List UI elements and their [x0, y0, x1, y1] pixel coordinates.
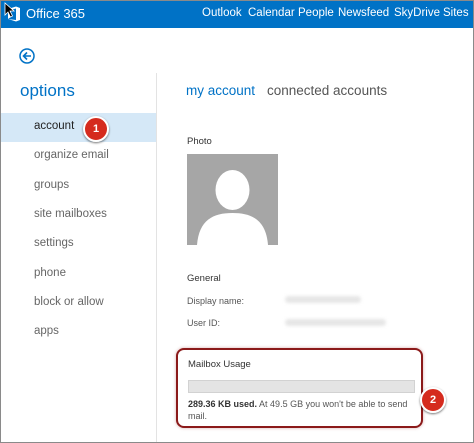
tab-my-account[interactable]: my account	[186, 83, 255, 98]
mailbox-usage-title: Mailbox Usage	[188, 359, 251, 370]
nav-people[interactable]: People	[298, 7, 334, 19]
nav-outlook[interactable]: Outlook	[202, 7, 242, 19]
back-arrow-icon[interactable]	[19, 48, 35, 64]
callout-badge-2: 2	[420, 387, 446, 413]
sidebar-item-settings[interactable]: settings	[1, 230, 156, 259]
sidebar-item-label: organize email	[34, 149, 109, 161]
photo-label: Photo	[187, 136, 212, 147]
display-name-label: Display name:	[187, 296, 245, 306]
nav-sites[interactable]: Sites	[443, 7, 469, 19]
display-name-value-redacted	[285, 296, 361, 303]
sidebar-item-account[interactable]: account	[1, 113, 156, 142]
options-window: Office 365 Outlook Calendar People Newsf…	[0, 0, 474, 443]
profile-photo[interactable]	[187, 154, 278, 245]
sidebar-item-label: account	[34, 120, 75, 132]
tab-connected-accounts[interactable]: connected accounts	[267, 83, 387, 98]
sidebar-item-site-mailboxes[interactable]: site mailboxes	[1, 201, 156, 230]
options-title: options	[20, 81, 75, 100]
sidebar-item-label: apps	[34, 325, 59, 337]
sidebar-item-groups[interactable]: groups	[1, 172, 156, 201]
mailbox-usage-text: 289.36 KB used. At 49.5 GB you won't be …	[188, 398, 416, 422]
mailbox-used-amount: 289.36 KB used.	[188, 399, 258, 409]
brand-name[interactable]: Office 365	[26, 6, 85, 21]
user-id-label: User ID:	[187, 318, 221, 328]
user-id-value-redacted	[285, 319, 386, 326]
sidebar-item-label: groups	[34, 179, 70, 191]
nav-skydrive[interactable]: SkyDrive	[394, 7, 440, 19]
pane-divider	[156, 73, 157, 442]
sidebar-item-label: phone	[34, 267, 66, 279]
mailbox-usage-panel: Mailbox Usage 289.36 KB used. At 49.5 GB…	[176, 348, 423, 428]
nav-calendar[interactable]: Calendar	[248, 7, 295, 19]
sidebar-item-label: site mailboxes	[34, 208, 107, 220]
sidebar-item-phone[interactable]: phone	[1, 260, 156, 289]
sidebar-item-label: block or allow	[34, 296, 104, 308]
top-navigation-bar: Office 365 Outlook Calendar People Newsf…	[1, 1, 473, 28]
sidebar-item-label: settings	[34, 237, 74, 249]
nav-newsfeed[interactable]: Newsfeed	[338, 7, 389, 19]
sidebar-item-block-or-allow[interactable]: block or allow	[1, 289, 156, 318]
sidebar-item-apps[interactable]: apps	[1, 318, 156, 347]
general-label: General	[187, 273, 221, 284]
cursor-icon	[4, 2, 16, 18]
callout-badge-1: 1	[83, 116, 109, 142]
sidebar-item-organize-email[interactable]: organize email	[1, 142, 156, 171]
mailbox-usage-bar	[188, 380, 415, 393]
person-placeholder-icon	[197, 170, 268, 245]
